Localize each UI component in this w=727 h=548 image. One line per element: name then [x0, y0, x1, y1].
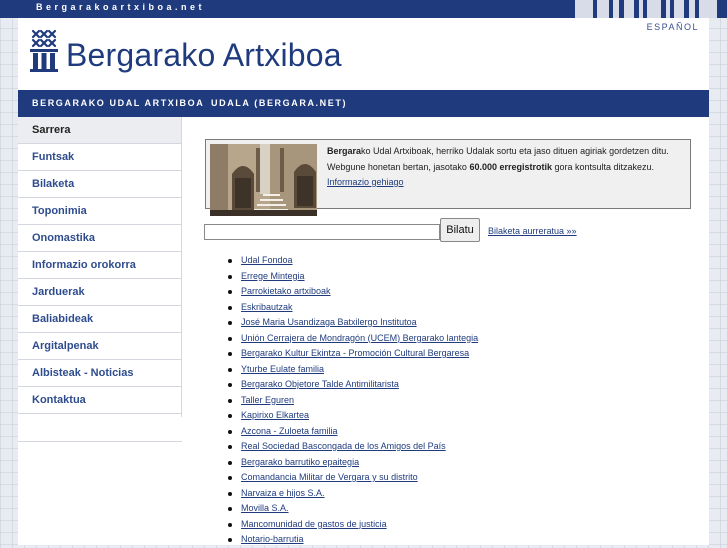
list-item: Taller Eguren [228, 393, 478, 409]
intro-record-count: 60.000 erregistrotik [469, 161, 552, 172]
sidebar-item-sarrera[interactable]: Sarrera [18, 117, 182, 144]
fond-link[interactable]: Bergarako Kultur Ekintza - Promoción Cul… [241, 348, 469, 358]
site-domain: Bergarakoartxiboa.net [36, 2, 206, 12]
list-item: Bergarako Objetore Talde Antimilitarista [228, 377, 478, 393]
search-input[interactable] [204, 224, 440, 240]
bullet-icon [228, 367, 232, 372]
bullet-icon [228, 414, 232, 418]
list-item: Udal Fondoa [228, 253, 478, 269]
fond-link[interactable]: José Maria Usandizaga Batxilergo Institu… [241, 317, 417, 327]
sidebar-item-funtsak[interactable]: Funtsak [18, 144, 182, 171]
list-item: Mancomunidad de gastos de justicia [228, 517, 478, 533]
bullet-icon [228, 383, 232, 387]
bullet-icon [228, 274, 232, 279]
list-item: José Maria Usandizaga Batxilergo Institu… [228, 315, 478, 331]
sidebar-item-jarduerak[interactable]: Jarduerak [18, 279, 182, 306]
sidebar-item-baliabideak[interactable]: Baliabideak [18, 306, 182, 333]
list-item: Bergarako Kultur Ekintza - Promoción Cul… [228, 346, 478, 362]
bullet-icon [228, 398, 232, 403]
fond-link[interactable]: Yturbe Eulate familia [241, 364, 324, 374]
search-button[interactable]: Bilatu [440, 218, 480, 242]
list-item: Movilla S.A. [228, 501, 478, 517]
fond-link[interactable]: Errege Mintegia [241, 271, 305, 281]
bullet-icon [228, 476, 232, 480]
bullet-icon [228, 507, 232, 511]
intro-box: Bergarako Udal Artxiboak, herriko Udalak… [205, 139, 691, 216]
fond-link[interactable]: Comandancia Militar de Vergara y su dist… [241, 472, 418, 482]
advanced-search-link[interactable]: Bilaketa aurreratua »» [488, 226, 577, 236]
bullet-icon [228, 321, 232, 325]
fond-link[interactable]: Parrokietako artxiboak [241, 286, 331, 296]
sidebar-spacer [18, 414, 182, 442]
sidebar-item-bilaketa[interactable]: Bilaketa [18, 171, 182, 198]
sidebar-item-toponimia[interactable]: Toponimia [18, 198, 182, 225]
fond-link[interactable]: Movilla S.A. [241, 503, 289, 513]
fond-link[interactable]: Eskribautzak [241, 302, 293, 312]
fonds-list: Udal Fondoa Errege Mintegia Parrokietako… [228, 253, 478, 548]
language-link[interactable]: ESPAÑOL [647, 22, 699, 32]
fond-link[interactable]: Kapirixo Elkartea [241, 410, 309, 420]
bullet-icon [228, 290, 232, 294]
list-item: Eskribautzak [228, 300, 478, 316]
fond-link[interactable]: Narvaiza e hijos S.A. [241, 488, 325, 498]
bullet-icon [228, 522, 232, 527]
archive-building-photo [210, 144, 317, 216]
list-item: Parrokietako artxiboak [228, 284, 478, 300]
sidebar-item-argitalpenak[interactable]: Argitalpenak [18, 333, 182, 360]
fond-link[interactable]: Mancomunidad de gastos de justicia [241, 519, 387, 529]
fond-link[interactable]: Azcona - Zuloeta familia [241, 426, 338, 436]
sidebar-item-informazio-orokorra[interactable]: Informazio orokorra [18, 252, 182, 279]
fond-link[interactable]: Taller Eguren [241, 395, 294, 405]
main-navbar: BERGARAKO UDAL ARTXIBOA UDALA (BERGARA.N… [18, 90, 709, 117]
bullet-icon [228, 259, 232, 263]
nav-udala[interactable]: UDALA (BERGARA.NET) [211, 98, 347, 108]
bullet-icon [228, 538, 232, 542]
bullet-icon [228, 352, 232, 356]
bullet-icon [228, 445, 232, 449]
fond-link[interactable]: Unión Cerrajera de Mondragón (UCEM) Berg… [241, 333, 478, 343]
sidebar-item-kontaktua[interactable]: Kontaktua [18, 387, 182, 414]
intro-bold-name: Bergara [327, 146, 362, 156]
list-item: Real Sociedad Bascongada de los Amigos d… [228, 439, 478, 455]
fond-link[interactable]: Udal Fondoa [241, 255, 293, 265]
list-item: Notario-barrutia [228, 532, 478, 548]
list-item: Comandancia Militar de Vergara y su dist… [228, 470, 478, 486]
bullet-icon [228, 305, 232, 310]
fond-link[interactable]: Bergarako Objetore Talde Antimilitarista [241, 379, 399, 389]
bullet-icon [228, 460, 232, 465]
list-item: Bergarako barrutiko epaitegia [228, 455, 478, 471]
intro-text-part-2: gora kontsulta ditzakezu. [552, 161, 655, 172]
bullet-icon [228, 491, 232, 496]
fond-link[interactable]: Bergarako barrutiko epaitegia [241, 457, 359, 467]
page-container: ESPAÑOL Bergarako Artxiboa BERGARAKO UDA… [18, 18, 709, 545]
nav-udal-artxiboa[interactable]: BERGARAKO UDAL ARTXIBOA [32, 98, 204, 108]
intro-text: Bergarako Udal Artxiboak, herriko Udalak… [327, 144, 685, 191]
top-bar: Bergarakoartxiboa.net [0, 0, 727, 18]
more-info-link[interactable]: Informazio gehiago [327, 175, 685, 191]
archive-logo-icon[interactable] [28, 29, 60, 73]
sidebar: Sarrera Funtsak Bilaketa Toponimia Onoma… [18, 117, 182, 442]
fond-link[interactable]: Real Sociedad Bascongada de los Amigos d… [241, 441, 446, 451]
fond-link[interactable]: Notario-barrutia [241, 534, 304, 544]
decorative-stripes [567, 0, 727, 18]
list-item: Yturbe Eulate familia [228, 362, 478, 378]
list-item: Azcona - Zuloeta familia [228, 424, 478, 440]
sidebar-item-albisteak[interactable]: Albisteak - Noticias [18, 360, 182, 387]
site-title[interactable]: Bergarako Artxiboa [66, 37, 342, 74]
list-item: Unión Cerrajera de Mondragón (UCEM) Berg… [228, 331, 478, 347]
list-item: Narvaiza e hijos S.A. [228, 486, 478, 502]
sidebar-divider [181, 117, 182, 417]
bullet-icon [228, 429, 232, 434]
list-item: Errege Mintegia [228, 269, 478, 285]
list-item: Kapirixo Elkartea [228, 408, 478, 424]
bullet-icon [228, 336, 232, 341]
sidebar-item-onomastika[interactable]: Onomastika [18, 225, 182, 252]
